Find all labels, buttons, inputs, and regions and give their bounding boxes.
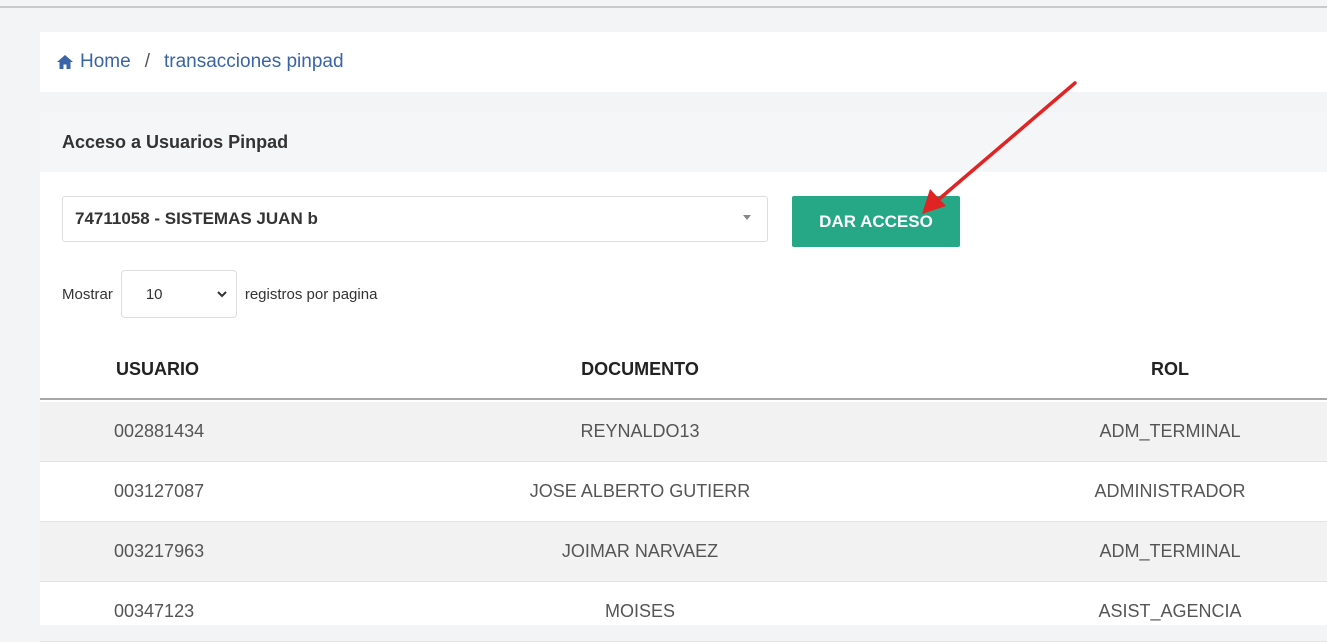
chevron-down-icon — [217, 291, 227, 298]
top-divider — [0, 0, 1327, 8]
cell-documento: REYNALDO13 — [580, 421, 700, 441]
table-body: 002881434 REYNALDO13 ADM_TERMINAL 003127… — [40, 402, 1327, 642]
page-length-select[interactable]: 10 — [120, 270, 237, 318]
cell-rol: ADM_TERMINAL — [1099, 421, 1241, 441]
breadcrumb-home-link[interactable]: Home — [56, 51, 131, 73]
table-row[interactable]: 002881434 REYNALDO13 ADM_TERMINAL — [40, 402, 1327, 462]
caret-down-icon — [743, 215, 751, 220]
user-select[interactable]: 74711058 - SISTEMAS JUAN b — [62, 196, 768, 242]
column-header-rol[interactable]: ROL — [1040, 359, 1300, 380]
access-card: Acceso a Usuarios Pinpad 74711058 - SIST… — [40, 112, 1327, 642]
cell-documento: MOISES — [604, 601, 675, 621]
breadcrumb-home-label: Home — [80, 51, 131, 72]
cell-usuario: 003217963 — [114, 541, 205, 561]
page-length-control: Mostrar 10 registros por pagina — [62, 270, 377, 318]
breadcrumb-separator: / — [144, 51, 150, 72]
breadcrumb-current[interactable]: transacciones pinpad — [164, 51, 344, 73]
cell-rol: ASIST_AGENCIA — [1098, 601, 1242, 621]
length-suffix: registros por pagina — [244, 285, 378, 303]
column-header-usuario[interactable]: USUARIO — [116, 359, 199, 380]
cell-usuario: 002881434 — [114, 421, 205, 441]
length-prefix: Mostrar — [62, 285, 113, 303]
cell-documento: JOIMAR NARVAEZ — [561, 541, 719, 561]
cell-usuario: 003127087 — [114, 481, 205, 501]
cell-documento: JOSE ALBERTO GUTIERR — [529, 481, 751, 501]
user-select-value: 74711058 - SISTEMAS JUAN b — [75, 209, 318, 228]
table-row[interactable]: 00347123 MOISES ASIST_AGENCIA — [40, 582, 1327, 642]
breadcrumb: Home / transacciones pinpad — [40, 32, 1327, 92]
page-length-value: 10 — [145, 285, 163, 303]
cell-rol: ADM_TERMINAL — [1099, 541, 1241, 561]
table-header: USUARIO DOCUMENTO ROL — [40, 340, 1327, 400]
cell-usuario: 00347123 — [114, 601, 195, 621]
dar-acceso-button[interactable]: DAR ACCESO — [792, 196, 960, 247]
table-row[interactable]: 003217963 JOIMAR NARVAEZ ADM_TERMINAL — [40, 522, 1327, 582]
home-icon — [57, 55, 73, 69]
card-title: Acceso a Usuarios Pinpad — [40, 112, 1327, 172]
column-header-documento[interactable]: DOCUMENTO — [440, 359, 840, 380]
cell-rol: ADMINISTRADOR — [1094, 481, 1246, 501]
table-row[interactable]: 003127087 JOSE ALBERTO GUTIERR ADMINISTR… — [40, 462, 1327, 522]
